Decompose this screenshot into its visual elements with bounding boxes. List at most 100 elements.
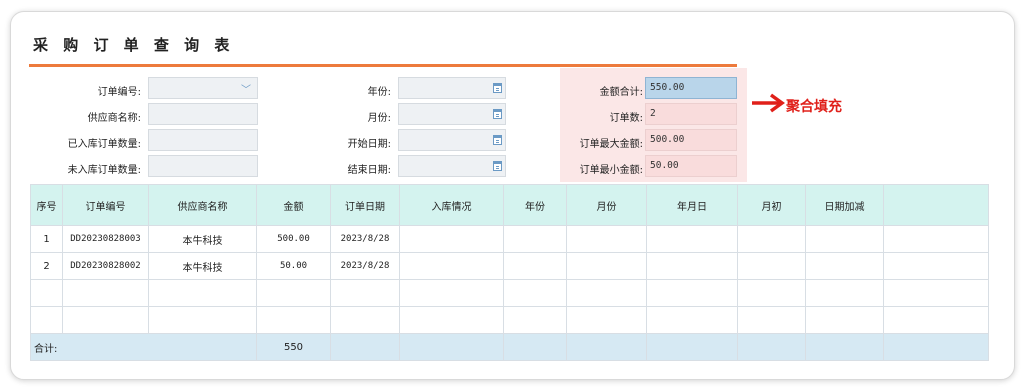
table-cell[interactable]: DD20230828003 — [62, 225, 149, 253]
column-header[interactable]: 月初 — [737, 184, 806, 226]
calendar-icon[interactable] — [493, 109, 502, 119]
calendar-icon[interactable] — [493, 161, 502, 171]
orders-table: 序号 订单编号 供应商名称 金额 订单日期 入库情况 年份 月份 年月日 月初 … — [30, 184, 989, 361]
month-field[interactable] — [398, 103, 506, 125]
table-cell[interactable] — [805, 252, 884, 280]
table-cell — [883, 333, 989, 361]
table-cell[interactable] — [737, 225, 806, 253]
column-header[interactable]: 序号 — [30, 184, 63, 226]
table-cell[interactable] — [330, 306, 400, 334]
in-stock-count-field[interactable] — [148, 129, 258, 151]
year-field[interactable] — [398, 77, 506, 99]
summary-row: 合计: 550 — [30, 333, 989, 361]
column-header[interactable]: 金额 — [256, 184, 331, 226]
not-in-stock-count-field[interactable] — [148, 155, 258, 177]
table-cell[interactable]: 50.00 — [256, 252, 331, 280]
table-cell[interactable] — [805, 279, 884, 307]
table-cell[interactable] — [62, 306, 149, 334]
table-cell[interactable] — [805, 225, 884, 253]
table-cell[interactable]: 本牛科技 — [148, 225, 257, 253]
table-cell[interactable]: DD20230828002 — [62, 252, 149, 280]
table-row[interactable]: 1 DD20230828003 本牛科技 500.00 2023/8/28 — [30, 225, 989, 253]
table-cell[interactable]: 500.00 — [256, 225, 331, 253]
column-header[interactable]: 年份 — [503, 184, 567, 226]
table-cell[interactable] — [256, 306, 331, 334]
column-header[interactable]: 订单编号 — [62, 184, 149, 226]
order-count-field[interactable]: 2 — [645, 103, 737, 125]
table-cell[interactable] — [30, 306, 63, 334]
table-cell[interactable] — [399, 225, 504, 253]
table-cell[interactable]: 2 — [30, 252, 63, 280]
table-cell[interactable] — [737, 279, 806, 307]
column-header[interactable]: 订单日期 — [330, 184, 400, 226]
table-cell[interactable] — [883, 279, 989, 307]
page-title: 采 购 订 单 查 询 表 — [33, 36, 235, 54]
table-cell[interactable] — [148, 279, 257, 307]
table-cell[interactable] — [737, 252, 806, 280]
table-cell[interactable]: 本牛科技 — [148, 252, 257, 280]
table-cell[interactable] — [399, 306, 504, 334]
column-header[interactable]: 年月日 — [646, 184, 738, 226]
table-cell[interactable] — [646, 306, 738, 334]
table-row[interactable] — [30, 279, 989, 307]
table-cell — [805, 333, 884, 361]
min-amount-label: 订单最小金额: — [579, 165, 643, 176]
table-cell[interactable] — [503, 279, 567, 307]
title-underline — [29, 64, 737, 67]
table-cell[interactable] — [503, 225, 567, 253]
order-no-select[interactable]: ﹀ — [148, 77, 258, 99]
table-cell[interactable] — [737, 306, 806, 334]
table-cell — [737, 333, 806, 361]
table-cell[interactable] — [30, 279, 63, 307]
column-header[interactable]: 供应商名称 — [148, 184, 257, 226]
report-card: 采 购 订 单 查 询 表 订单编号: ﹀ 供应商名称: 已入库订单数量: 未入… — [10, 11, 1015, 380]
table-cell[interactable] — [566, 306, 647, 334]
table-cell[interactable] — [503, 306, 567, 334]
start-date-field[interactable] — [398, 129, 506, 151]
table-cell[interactable] — [883, 306, 989, 334]
column-header[interactable]: 月份 — [566, 184, 647, 226]
table-cell[interactable] — [646, 225, 738, 253]
supplier-field[interactable] — [148, 103, 258, 125]
table-cell[interactable] — [883, 225, 989, 253]
order-count-value: 2 — [650, 108, 656, 119]
chevron-down-icon[interactable]: ﹀ — [241, 81, 251, 101]
table-cell[interactable] — [330, 279, 400, 307]
end-date-label: 结束日期: — [347, 165, 391, 176]
table-cell[interactable] — [399, 252, 504, 280]
table-cell — [503, 333, 567, 361]
summary-amount: 550 — [256, 333, 331, 361]
table-cell[interactable] — [399, 279, 504, 307]
not-in-stock-count-label: 未入库订单数量: — [67, 165, 141, 176]
table-cell — [399, 333, 504, 361]
supplier-label: 供应商名称: — [87, 113, 141, 124]
table-cell[interactable] — [503, 252, 567, 280]
table-cell[interactable] — [805, 306, 884, 334]
table-row[interactable]: 2 DD20230828002 本牛科技 50.00 2023/8/28 — [30, 252, 989, 280]
column-header[interactable]: 入库情况 — [399, 184, 504, 226]
calendar-icon[interactable] — [493, 135, 502, 145]
amount-total-field[interactable]: 550.00 — [645, 77, 737, 99]
year-label: 年份: — [367, 87, 391, 98]
table-cell[interactable] — [62, 279, 149, 307]
calendar-icon[interactable] — [493, 83, 502, 93]
column-header[interactable]: 日期加减 — [805, 184, 884, 226]
table-cell[interactable]: 2023/8/28 — [330, 225, 400, 253]
table-row[interactable] — [30, 306, 989, 334]
max-amount-field[interactable]: 500.00 — [645, 129, 737, 151]
table-cell[interactable] — [883, 252, 989, 280]
min-amount-field[interactable]: 50.00 — [645, 155, 737, 177]
column-header[interactable] — [883, 184, 989, 226]
table-cell[interactable] — [566, 279, 647, 307]
table-cell[interactable] — [148, 306, 257, 334]
table-cell[interactable] — [566, 252, 647, 280]
table-header-row: 序号 订单编号 供应商名称 金额 订单日期 入库情况 年份 月份 年月日 月初 … — [30, 184, 989, 226]
table-cell[interactable] — [566, 225, 647, 253]
table-cell[interactable] — [646, 252, 738, 280]
table-cell — [330, 333, 400, 361]
table-cell[interactable] — [646, 279, 738, 307]
table-cell[interactable]: 2023/8/28 — [330, 252, 400, 280]
end-date-field[interactable] — [398, 155, 506, 177]
table-cell[interactable] — [256, 279, 331, 307]
table-cell[interactable]: 1 — [30, 225, 63, 253]
